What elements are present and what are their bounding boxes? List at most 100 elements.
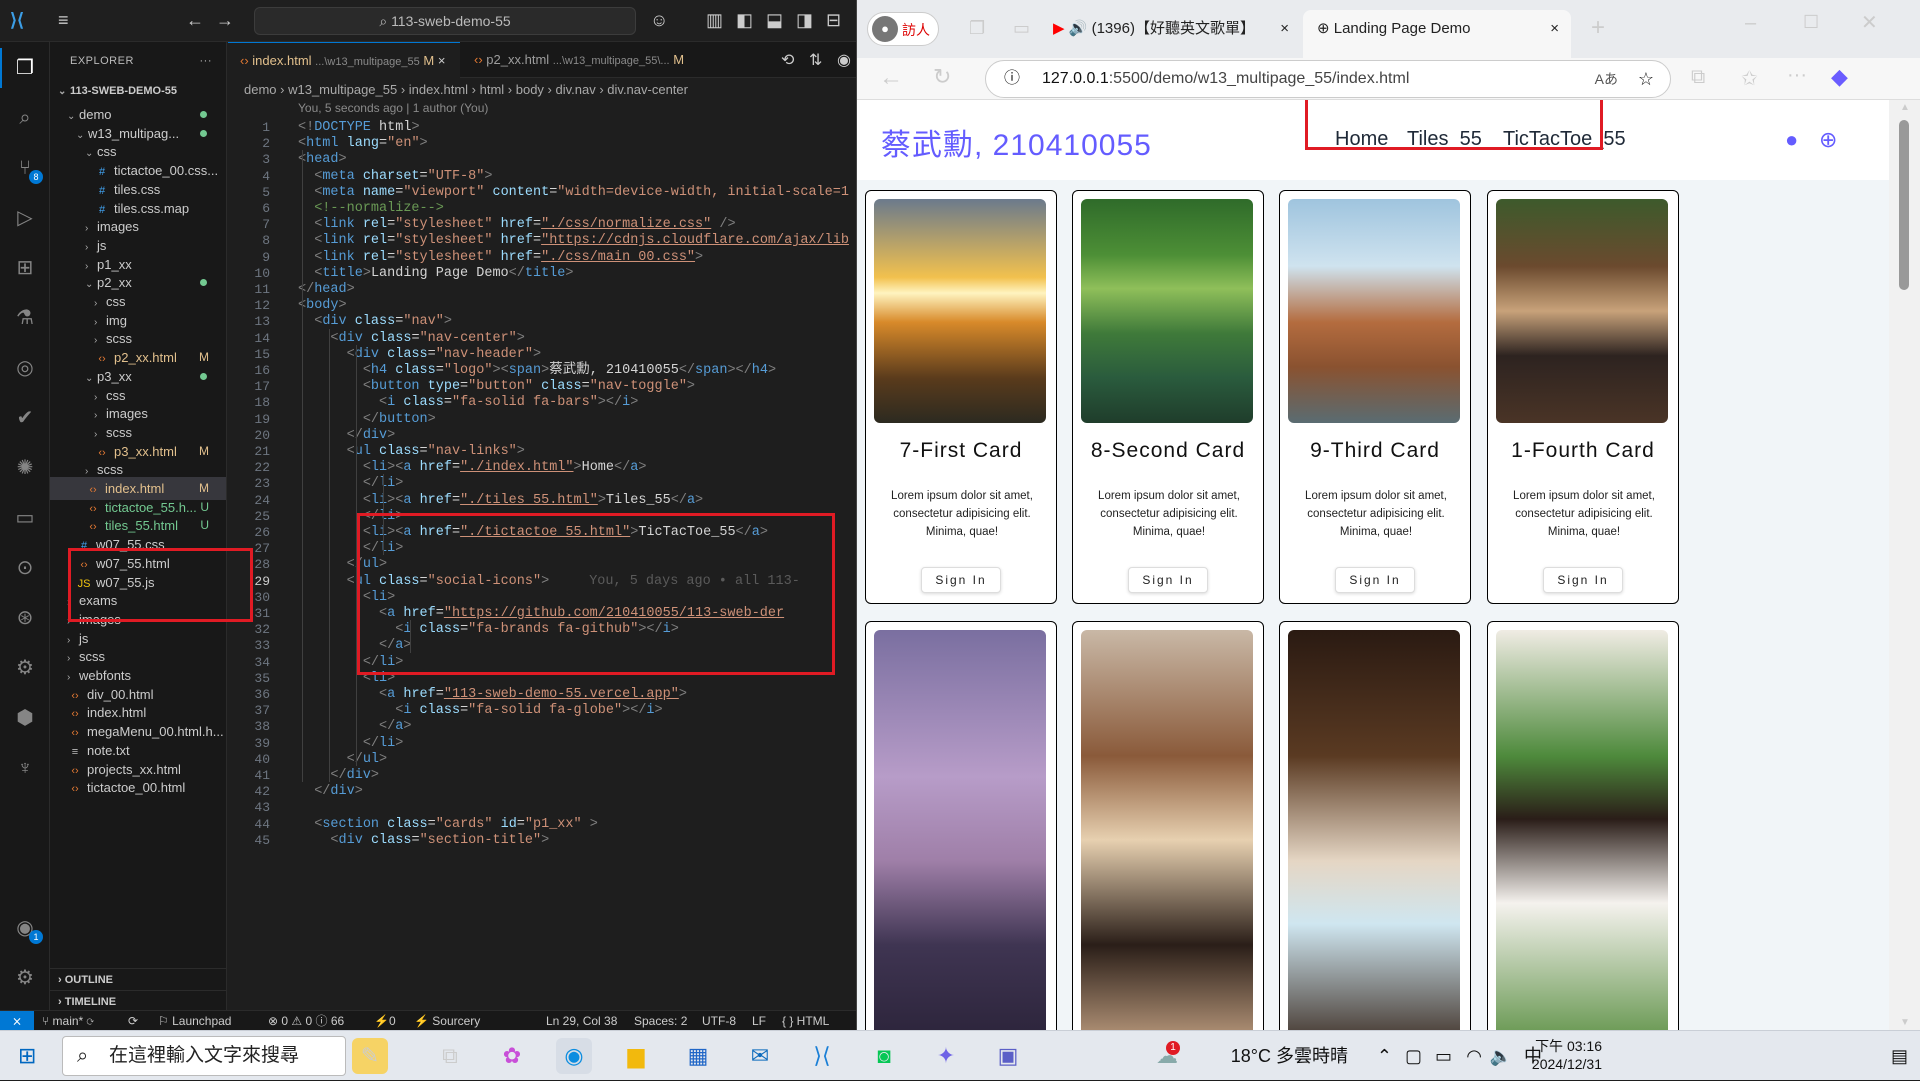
sign-in-button[interactable]: Sign In (1543, 567, 1623, 593)
close-tab-icon[interactable]: × (1280, 10, 1289, 48)
launchpad-status[interactable]: ⚐ Launchpad (158, 1011, 231, 1031)
clock[interactable]: 下午 03:16 2024/12/31 (1532, 1037, 1602, 1073)
scrollbar-thumb[interactable] (1899, 120, 1909, 290)
weather-text[interactable]: 18°C 多雲時晴 (1231, 1031, 1348, 1081)
testing-icon[interactable]: ⚗ (11, 304, 39, 332)
loop-icon[interactable]: ✦ (928, 1038, 964, 1074)
profile-button[interactable]: ● 訪人 (867, 12, 939, 46)
settings-gear-icon[interactable]: ⚙ (11, 964, 39, 992)
source-control-icon[interactable]: ⑂ 8 (11, 154, 43, 184)
store-icon[interactable]: ▦ (680, 1038, 716, 1074)
toggle-sidebar-icon[interactable]: ◧ (736, 10, 753, 31)
url-input[interactable]: ⓘ 127.0.0.1:5500/demo/w13_multipage_55/i… (985, 60, 1671, 98)
close-tab-icon[interactable]: × (1550, 10, 1559, 48)
read-aloud-icon[interactable]: Aあ (1595, 61, 1618, 97)
explorer-more-button[interactable]: ··· (200, 42, 213, 80)
openai-icon[interactable]: ✺ (11, 454, 39, 482)
eol-status[interactable]: LF (752, 1011, 766, 1031)
python-icon[interactable]: ♆ (11, 754, 39, 782)
scroll-down-icon[interactable]: ▼ (1900, 1017, 1910, 1028)
layout-icon[interactable]: ▥ (706, 10, 723, 31)
notifications-icon[interactable]: ▤ (1891, 1031, 1908, 1081)
workspaces-icon[interactable]: ❐ (969, 18, 985, 39)
site-info-icon[interactable]: ⓘ (1004, 61, 1020, 97)
refresh-icon[interactable]: ↻ (933, 64, 951, 90)
copilot-icon[interactable]: ☺ (650, 10, 668, 31)
breadcrumb-item[interactable]: body (516, 82, 544, 97)
extensions-icon[interactable]: ⊞ (11, 254, 39, 282)
new-tab-icon[interactable]: + (1591, 14, 1605, 42)
forward-icon[interactable]: → (216, 10, 234, 31)
github-icon[interactable]: ● (1785, 127, 1798, 153)
wifi-icon[interactable]: ◠ (1466, 1031, 1482, 1081)
weather-icon[interactable]: ☁ 1 (1156, 1031, 1180, 1081)
sign-in-button[interactable]: Sign In (1335, 567, 1415, 593)
sourcery-status[interactable]: ⚡ Sourcery (414, 1011, 480, 1031)
copilot-icon[interactable]: ◆ (1831, 64, 1848, 90)
breadcrumb-item[interactable]: w13_multipage_55 (288, 82, 397, 97)
language-status[interactable]: { } HTML (782, 1011, 829, 1031)
nav-link-tiles[interactable]: Tiles_55 (1407, 128, 1482, 151)
chevron-up-icon[interactable]: ⌃ (1377, 1031, 1392, 1081)
code-editor[interactable]: 1<!DOCTYPE html>2<html lang="en">3<head>… (228, 118, 856, 1010)
line-icon[interactable]: ◙ (866, 1038, 902, 1074)
search-highlight-icon[interactable]: ✎ (352, 1038, 388, 1074)
sign-in-button[interactable]: Sign In (921, 567, 1001, 593)
container-icon[interactable]: ⬢ (11, 704, 39, 732)
remote-icon[interactable]: ◎ (11, 354, 39, 382)
back-icon[interactable]: ← (186, 10, 204, 31)
compare-icon[interactable]: ⇅ (809, 50, 822, 70)
breadcrumb-item[interactable]: index.html (409, 82, 468, 97)
edge-icon[interactable]: ◉ (556, 1038, 592, 1074)
ports-status[interactable]: ⚡0 (374, 1011, 396, 1031)
tab-index-html[interactable]: ‹› index.html ...\w13_multipage_55 M × (228, 42, 460, 78)
scroll-up-icon[interactable]: ▲ (1900, 102, 1910, 113)
tab-close-icon[interactable]: × (438, 53, 446, 68)
globe-icon[interactable]: ⊕ (1819, 127, 1837, 153)
indentation-status[interactable]: Spaces: 2 (634, 1011, 687, 1031)
task-view-icon[interactable]: ⧉ (432, 1038, 468, 1074)
nav-link-home[interactable]: Home (1335, 128, 1388, 151)
breadcrumb-item[interactable]: demo (244, 82, 277, 97)
tree-file[interactable]: ‹› tictactoe_00.html (50, 776, 226, 799)
encoding-status[interactable]: UTF-8 (702, 1011, 736, 1031)
toggle-secondary-sidebar-icon[interactable]: ◨ (796, 10, 813, 31)
branch-status[interactable]: ⑂ main* ⟳ (42, 1011, 94, 1031)
volume-icon[interactable]: 🔈 (1490, 1031, 1512, 1081)
menu-icon[interactable]: ≡ (58, 10, 69, 31)
folder-icon[interactable]: ▭ (11, 504, 39, 532)
sign-in-button[interactable]: Sign In (1128, 567, 1208, 593)
speaker-icon[interactable]: 🔊 (1069, 20, 1088, 37)
close-window-icon[interactable]: ✕ (1861, 10, 1878, 35)
back-icon[interactable]: ← (879, 64, 903, 92)
search-view-icon[interactable]: ⌕ (11, 104, 39, 132)
favorites-icon[interactable]: ✩ (1741, 66, 1758, 91)
breadcrumb-item[interactable]: div.nav (556, 82, 596, 97)
breadcrumb-item[interactable]: div.nav-center (607, 82, 688, 97)
workspace-root[interactable]: ⌄ 113-SWEB-DEMO-55 (50, 80, 226, 103)
maximize-icon[interactable]: ☐ (1803, 12, 1819, 33)
teams-icon[interactable]: ▣ (990, 1038, 1026, 1074)
github-actions-icon[interactable]: ⊛ (11, 604, 39, 632)
check-icon[interactable]: ✔ (11, 404, 39, 432)
browser-tab-landing[interactable]: ⊕ Landing Page Demo × (1303, 10, 1571, 58)
more-menu-icon[interactable]: ··· (1787, 64, 1807, 87)
page-scrollbar[interactable]: ▲ ▼ (1889, 100, 1920, 1030)
problems-status[interactable]: ⊗ 0 ⚠ 0 ⓘ 66 (268, 1011, 344, 1031)
browser-tab-youtube[interactable]: ▶ 🔊 (1396)【好聽英文歌單】 × (1053, 10, 1293, 48)
outline-section[interactable]: › OUTLINE (50, 968, 226, 990)
extensions-icon[interactable]: ⧉ (1691, 66, 1705, 89)
outlook-icon[interactable]: ✉ (742, 1038, 778, 1074)
windows-start-icon[interactable]: ⊞ (18, 1043, 36, 1069)
cursor-position[interactable]: Ln 29, Col 38 (546, 1011, 617, 1031)
sync-icon[interactable]: ⟳ (128, 1011, 138, 1031)
tab-actions-icon[interactable]: ▭ (1013, 18, 1030, 39)
timeline-section[interactable]: › TIMELINE (50, 990, 226, 1010)
taskbar-search[interactable]: ⌕ 在這裡輸入文字來搜尋 (62, 1036, 346, 1076)
liveshare-icon[interactable]: ⚙ (11, 654, 39, 682)
nav-link-tictactoe[interactable]: TicTacToe_55 (1503, 128, 1626, 151)
battery-icon[interactable]: ▭ (1435, 1031, 1452, 1081)
file-explorer-icon[interactable]: ▆ (618, 1038, 654, 1074)
run-debug-icon[interactable]: ▷ (11, 204, 39, 232)
open-preview-icon[interactable]: ◉ (837, 50, 851, 70)
